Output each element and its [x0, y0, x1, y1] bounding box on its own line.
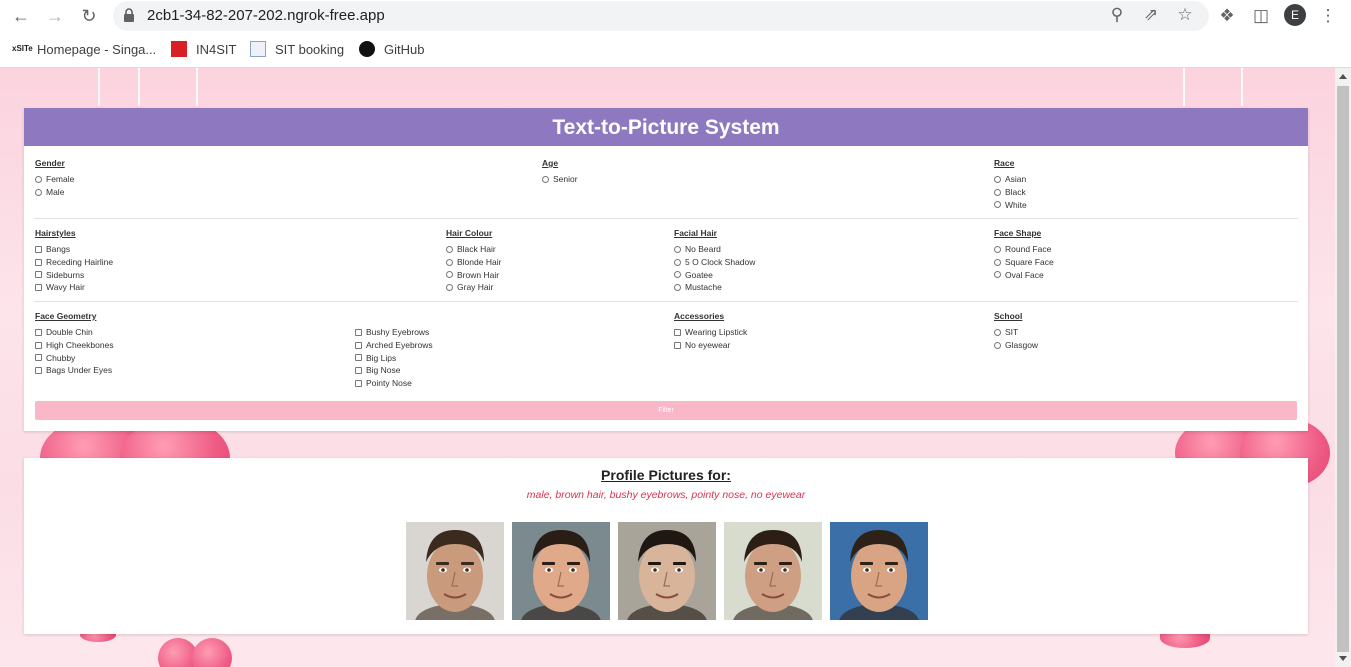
face-round-radio[interactable]: Round Face — [994, 243, 1054, 256]
page-scrollbar[interactable] — [1335, 68, 1351, 667]
face-oval-radio[interactable]: Oval Face — [994, 268, 1054, 281]
facial-no-beard-radio[interactable]: No Beard — [674, 243, 755, 256]
profile-picture-3[interactable] — [618, 522, 716, 620]
bookmark-homepage[interactable]: xSITe Homepage - Singa... — [12, 40, 156, 58]
age-senior-radio[interactable]: Senior — [542, 173, 578, 186]
school-glasgow-radio[interactable]: Glasgow — [994, 339, 1038, 352]
in4sit-icon — [171, 41, 187, 57]
profile-pictures — [406, 522, 928, 620]
hairstyle-bangs-checkbox[interactable]: Bangs — [35, 243, 113, 256]
hair-colour-title: Hair Colour — [446, 228, 493, 238]
filter-form-card: Text-to-Picture System Gender Female Mal… — [24, 108, 1308, 431]
hairstyles-title: Hairstyles — [35, 228, 76, 238]
facial-5oclock-radio[interactable]: 5 O Clock Shadow — [674, 256, 755, 269]
bookmark-github[interactable]: GitHub — [359, 40, 424, 58]
hairstyles-group: Hairstyles Bangs Receding Hairline Sideb… — [35, 228, 113, 294]
face-shape-group: Face Shape Round Face Square Face Oval F… — [994, 228, 1054, 281]
race-title: Race — [994, 158, 1015, 168]
school-group: School SIT Glasgow — [994, 311, 1038, 351]
bookmark-sit-booking[interactable]: SIT booking — [250, 40, 344, 58]
booking-icon — [250, 41, 266, 57]
bookmarks-bar: xSITe Homepage - Singa... IN4SIT SIT boo… — [0, 32, 1351, 68]
race-group: Race Asian Black White — [994, 158, 1027, 211]
geometry-high-cheekbones-checkbox[interactable]: High Cheekbones — [35, 339, 114, 352]
hairstyle-receding-checkbox[interactable]: Receding Hairline — [35, 256, 113, 269]
gender-group: Gender Female Male — [35, 158, 74, 198]
browser-toolbar: ← → ↻ 2cb1-34-82-207-202.ngrok-free.app … — [0, 0, 1351, 32]
profile-picture-4[interactable] — [724, 522, 822, 620]
geometry-arched-eyebrows-checkbox[interactable]: Arched Eyebrows — [355, 339, 433, 352]
results-query: male, brown hair, bushy eyebrows, pointy… — [526, 489, 806, 501]
face-geometry-group-2: Bushy Eyebrows Arched Eyebrows Big Lips … — [355, 311, 433, 389]
gender-male-radio[interactable]: Male — [35, 186, 74, 199]
divider — [34, 218, 1298, 219]
race-black-radio[interactable]: Black — [994, 186, 1027, 199]
hairstyle-wavy-checkbox[interactable]: Wavy Hair — [35, 281, 113, 294]
address-bar[interactable]: 2cb1-34-82-207-202.ngrok-free.app ⚲ ⇗ ☆ — [113, 1, 1209, 31]
profile-picture-5[interactable] — [830, 522, 928, 620]
geometry-big-nose-checkbox[interactable]: Big Nose — [355, 364, 433, 377]
accessories-title: Accessories — [674, 311, 725, 321]
back-icon[interactable]: ← — [9, 4, 33, 28]
profile-avatar[interactable]: E — [1284, 4, 1306, 26]
hair-brown-radio[interactable]: Brown Hair — [446, 268, 501, 281]
race-white-radio[interactable]: White — [994, 198, 1027, 211]
hairstyle-sideburns-checkbox[interactable]: Sideburns — [35, 268, 113, 281]
bookmark-star-icon[interactable]: ☆ — [1173, 3, 1197, 27]
age-group: Age Senior — [542, 158, 578, 186]
github-icon — [359, 41, 375, 57]
forward-icon[interactable]: → — [43, 4, 67, 28]
lock-icon — [124, 8, 134, 22]
scroll-up-icon[interactable] — [1339, 74, 1347, 79]
sit-logo-icon: xSITe — [12, 44, 33, 53]
divider — [34, 301, 1298, 302]
school-title: School — [994, 311, 1023, 321]
school-sit-radio[interactable]: SIT — [994, 326, 1038, 339]
facial-mustache-radio[interactable]: Mustache — [674, 281, 755, 294]
geometry-double-chin-checkbox[interactable]: Double Chin — [35, 326, 114, 339]
scroll-down-icon[interactable] — [1339, 656, 1347, 661]
geometry-bags-checkbox[interactable]: Bags Under Eyes — [35, 364, 114, 377]
extensions-icon[interactable]: ❖ — [1215, 4, 1239, 28]
facial-hair-title: Facial Hair — [674, 228, 717, 238]
profile-picture-1[interactable] — [406, 522, 504, 620]
url-text: 2cb1-34-82-207-202.ngrok-free.app — [147, 7, 385, 24]
page-title: Text-to-Picture System — [24, 108, 1308, 146]
menu-icon[interactable]: ⋮ — [1316, 4, 1340, 28]
accessory-lipstick-checkbox[interactable]: Wearing Lipstick — [674, 326, 747, 339]
results-card: Profile Pictures for: male, brown hair, … — [24, 458, 1308, 634]
hair-black-radio[interactable]: Black Hair — [446, 243, 501, 256]
gender-title: Gender — [35, 158, 65, 168]
accessories-group: Accessories Wearing Lipstick No eyewear — [674, 311, 747, 351]
share-icon[interactable]: ⇗ — [1139, 3, 1163, 27]
hair-gray-radio[interactable]: Gray Hair — [446, 281, 501, 294]
facial-hair-group: Facial Hair No Beard 5 O Clock Shadow Go… — [674, 228, 755, 294]
face-shape-title: Face Shape — [994, 228, 1042, 238]
geometry-big-lips-checkbox[interactable]: Big Lips — [355, 351, 433, 364]
scrollbar-thumb[interactable] — [1337, 86, 1349, 652]
zoom-icon[interactable]: ⚲ — [1105, 3, 1129, 27]
reload-icon[interactable]: ↻ — [77, 4, 101, 28]
geometry-bushy-eyebrows-checkbox[interactable]: Bushy Eyebrows — [355, 326, 433, 339]
side-panel-icon[interactable]: ◫ — [1249, 4, 1273, 28]
filter-button[interactable]: Filter — [35, 401, 1297, 420]
gender-female-radio[interactable]: Female — [35, 173, 74, 186]
geometry-chubby-checkbox[interactable]: Chubby — [35, 351, 114, 364]
face-geometry-group: Face Geometry Double Chin High Cheekbone… — [35, 311, 114, 377]
accessory-no-eyewear-checkbox[interactable]: No eyewear — [674, 339, 747, 352]
race-asian-radio[interactable]: Asian — [994, 173, 1027, 186]
results-title: Profile Pictures for: — [601, 467, 731, 483]
page-viewport: Text-to-Picture System Gender Female Mal… — [0, 68, 1335, 667]
profile-picture-2[interactable] — [512, 522, 610, 620]
face-geometry-title: Face Geometry — [35, 311, 97, 321]
hair-blonde-radio[interactable]: Blonde Hair — [446, 256, 501, 269]
face-square-radio[interactable]: Square Face — [994, 256, 1054, 269]
bookmark-in4sit[interactable]: IN4SIT — [171, 40, 236, 58]
age-title: Age — [542, 158, 559, 168]
facial-goatee-radio[interactable]: Goatee — [674, 268, 755, 281]
geometry-pointy-nose-checkbox[interactable]: Pointy Nose — [355, 377, 433, 390]
hair-colour-group: Hair Colour Black Hair Blonde Hair Brown… — [446, 228, 501, 294]
